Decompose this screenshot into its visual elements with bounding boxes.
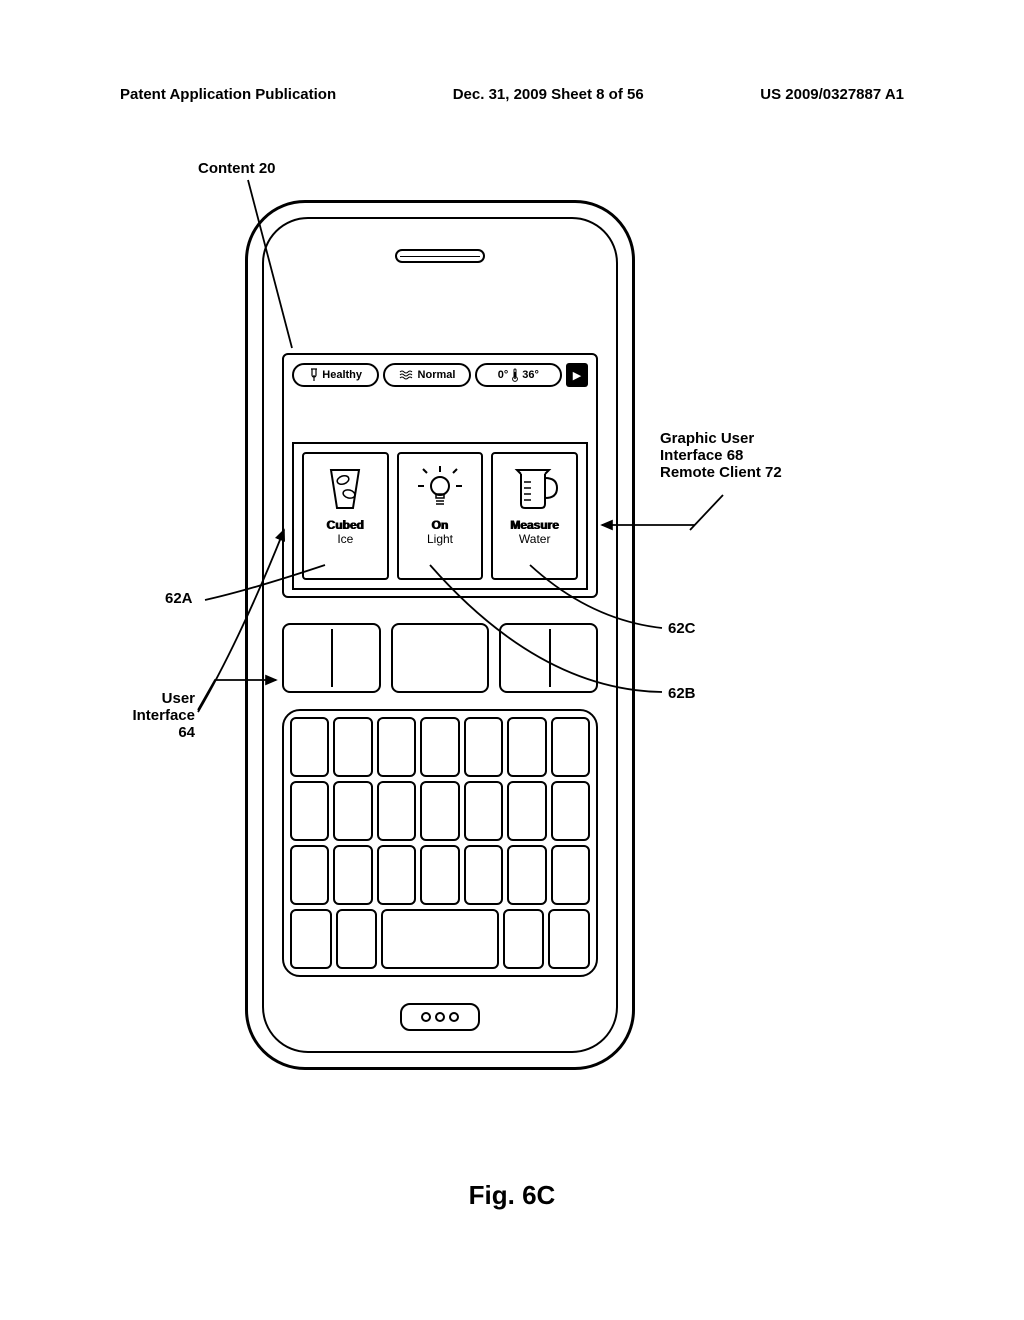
option-cubed-ice[interactable]: Cubed Ice [302, 452, 389, 580]
next-arrow-icon: ▶ [573, 369, 581, 382]
key[interactable] [464, 845, 503, 905]
annotation-gui: Graphic User Interface 68 Remote Client … [660, 430, 782, 481]
key[interactable] [420, 845, 459, 905]
annotation-user-interface: User Interface 64 [115, 690, 195, 741]
key[interactable] [464, 717, 503, 777]
key[interactable] [290, 717, 329, 777]
spacebar-key[interactable] [381, 909, 498, 969]
option-light-sub: Light [427, 532, 453, 546]
status-pill-healthy-label: Healthy [322, 369, 362, 381]
key[interactable] [503, 909, 545, 969]
status-pill-temp[interactable]: 0° 36° [475, 363, 562, 387]
phone-outline: Healthy Normal 0° 36° ▶ [245, 200, 635, 1070]
key[interactable] [551, 845, 590, 905]
key[interactable] [333, 781, 372, 841]
header-center: Dec. 31, 2009 Sheet 8 of 56 [453, 86, 644, 103]
key[interactable] [551, 717, 590, 777]
diagram-stage: Healthy Normal 0° 36° ▶ [0, 160, 1024, 1160]
key[interactable] [507, 781, 546, 841]
ref-62C: 62C [668, 620, 696, 637]
softkey-row [282, 623, 598, 693]
dot-icon [435, 1012, 445, 1022]
measuring-cup-icon [507, 460, 563, 516]
next-button[interactable]: ▶ [566, 363, 588, 387]
key[interactable] [548, 909, 590, 969]
key[interactable] [290, 845, 329, 905]
key[interactable] [377, 781, 416, 841]
annotation-gui-line1: Graphic User [660, 430, 782, 447]
key[interactable] [464, 781, 503, 841]
keyboard-row [290, 845, 590, 905]
option-cubed-ice-sub: Ice [337, 532, 353, 546]
ref-62B: 62B [668, 685, 696, 702]
softkey-center[interactable] [391, 623, 490, 693]
status-pill-healthy[interactable]: Healthy [292, 363, 379, 387]
key[interactable] [333, 717, 372, 777]
key[interactable] [290, 909, 332, 969]
key[interactable] [507, 717, 546, 777]
keyboard [282, 709, 598, 977]
key[interactable] [377, 845, 416, 905]
dot-icon [449, 1012, 459, 1022]
key[interactable] [420, 781, 459, 841]
thermometer-icon [511, 368, 519, 382]
status-row: Healthy Normal 0° 36° ▶ [292, 363, 588, 387]
option-measure-water-title: Measure [510, 518, 559, 532]
annotation-ui-line2: Interface [115, 707, 195, 724]
option-cubed-ice-title: Cubed [327, 518, 364, 532]
status-pill-temp-left: 0° [498, 369, 509, 381]
page-header: Patent Application Publication Dec. 31, … [0, 86, 1024, 103]
key[interactable] [333, 845, 372, 905]
option-measure-water[interactable]: Measure Water [491, 452, 578, 580]
keyboard-row [290, 909, 590, 969]
header-left: Patent Application Publication [120, 86, 336, 103]
filter-icon [309, 368, 319, 382]
annotation-ui-line3: 64 [115, 724, 195, 741]
key[interactable] [507, 845, 546, 905]
key[interactable] [551, 781, 590, 841]
bottom-button[interactable] [400, 1003, 480, 1031]
header-right: US 2009/0327887 A1 [760, 86, 904, 103]
status-pill-normal[interactable]: Normal [383, 363, 470, 387]
ice-glass-icon [317, 460, 373, 516]
figure-caption: Fig. 6C [0, 1180, 1024, 1211]
ref-62A: 62A [165, 590, 193, 607]
option-measure-water-sub: Water [519, 532, 551, 546]
annotation-gui-line2: Interface 68 [660, 447, 782, 464]
status-pill-normal-label: Normal [418, 369, 456, 381]
key[interactable] [290, 781, 329, 841]
option-row: Cubed Ice [292, 442, 588, 590]
dot-icon [421, 1012, 431, 1022]
screen-gui: Healthy Normal 0° 36° ▶ [282, 353, 598, 598]
option-light-title: On [432, 518, 449, 532]
status-pill-temp-right: 36° [522, 369, 539, 381]
annotation-gui-line3: Remote Client 72 [660, 464, 782, 481]
softkey-left[interactable] [282, 623, 381, 693]
annotation-ui-line1: User [115, 690, 195, 707]
softkey-right[interactable] [499, 623, 598, 693]
lightbulb-icon [412, 460, 468, 516]
key[interactable] [420, 717, 459, 777]
waves-icon [399, 370, 415, 380]
keyboard-row [290, 717, 590, 777]
annotation-content: Content 20 [198, 160, 276, 177]
key[interactable] [336, 909, 378, 969]
option-light[interactable]: On Light [397, 452, 484, 580]
key[interactable] [377, 717, 416, 777]
keyboard-row [290, 781, 590, 841]
earpiece [395, 249, 485, 263]
